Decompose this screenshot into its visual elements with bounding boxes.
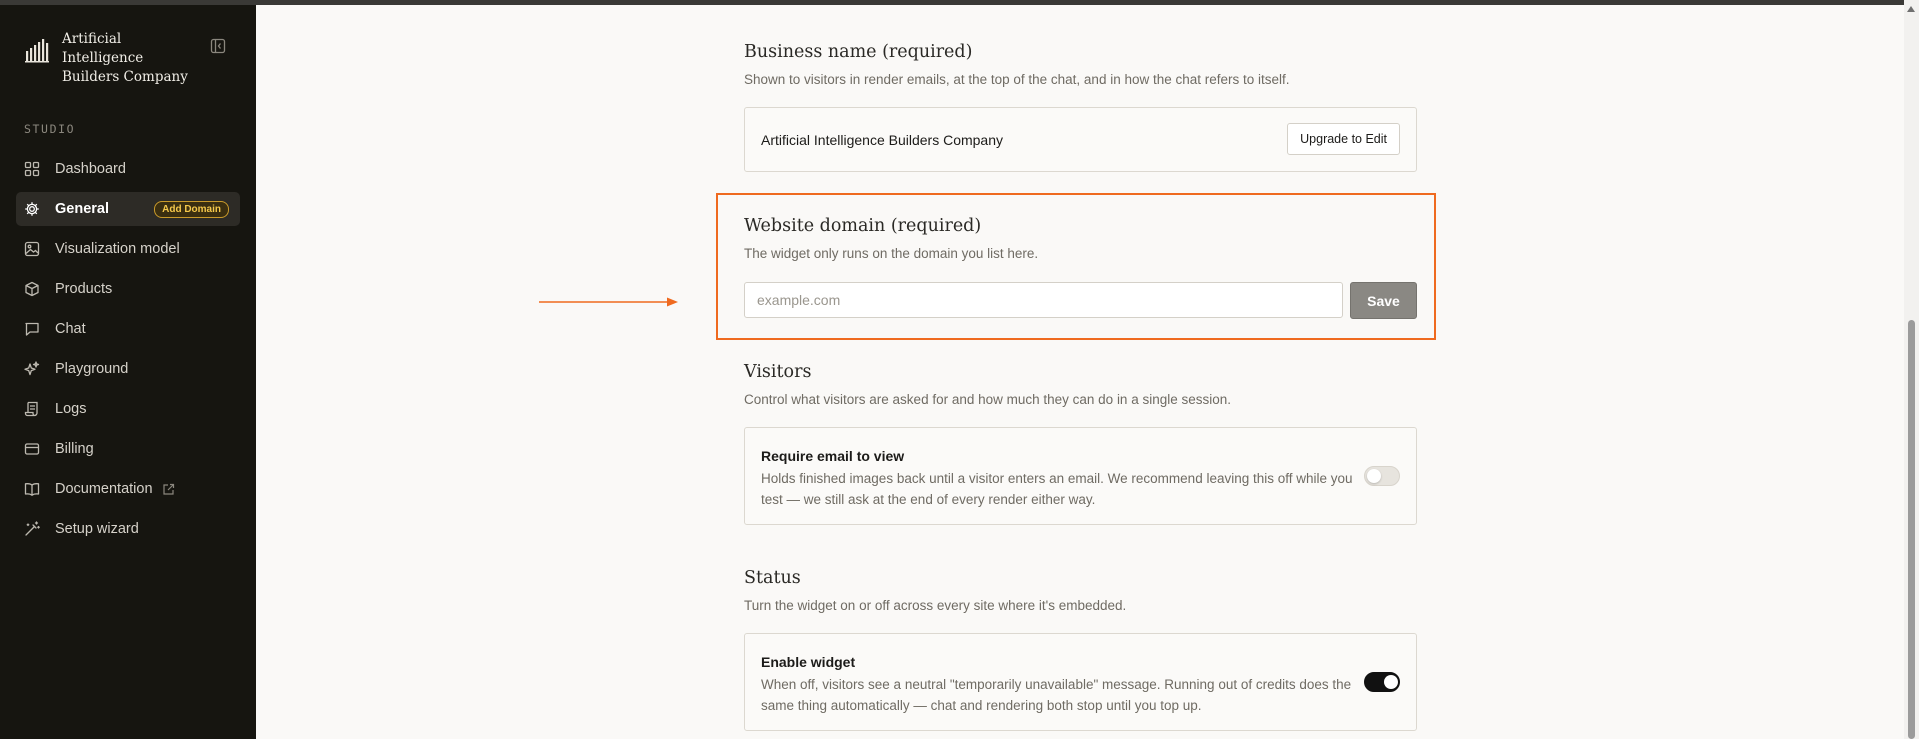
upgrade-to-edit-button[interactable]: Upgrade to Edit — [1287, 123, 1400, 155]
external-link-icon — [162, 483, 174, 495]
enable-widget-description: When off, visitors see a neutral "tempor… — [761, 677, 1352, 713]
chat-bubble-icon — [25, 322, 39, 336]
sidebar-item-chat[interactable]: Chat — [16, 312, 240, 346]
enable-widget-title: Enable widget — [761, 654, 856, 670]
gear-icon — [25, 202, 39, 216]
require-email-card: Require email to view Holds finished ima… — [744, 427, 1417, 525]
require-email-toggle[interactable] — [1364, 466, 1400, 486]
sidebar-item-label: Billing — [55, 441, 94, 457]
visitors-description: Control what visitors are asked for and … — [744, 392, 1232, 407]
sidebar-nav: Dashboard General Add Domain Visualizati… — [16, 152, 240, 552]
sidebar-item-logs[interactable]: Logs — [16, 392, 240, 426]
sidebar-item-label: Visualization model — [55, 241, 180, 257]
scroll-up-arrow-icon[interactable] — [1907, 6, 1915, 12]
sidebar-item-label: Setup wizard — [55, 521, 139, 537]
require-email-description: Holds finished images back until a visit… — [761, 471, 1353, 507]
sidebar-item-label: Products — [55, 281, 113, 297]
visitors-title: Visitors — [744, 362, 812, 382]
sidebar-item-label: Documentation — [55, 481, 153, 497]
sidebar-item-label: General — [55, 201, 109, 217]
box-icon — [25, 281, 39, 297]
magic-wand-icon — [25, 521, 40, 536]
business-name-card: Artificial Intelligence Builders Company… — [744, 107, 1417, 172]
sidebar-item-dashboard[interactable]: Dashboard — [16, 152, 240, 186]
business-name-title: Business name (required) — [744, 42, 973, 62]
sidebar-section-label: STUDIO — [24, 122, 76, 136]
website-domain-title: Website domain (required) — [744, 216, 982, 236]
toggle-knob — [1384, 675, 1398, 689]
book-icon — [24, 483, 40, 496]
credit-card-icon — [24, 443, 40, 455]
status-title: Status — [744, 568, 801, 588]
require-email-title: Require email to view — [761, 448, 905, 464]
main-content: Business name (required) Shown to visito… — [256, 5, 1919, 739]
status-description: Turn the widget on or off across every s… — [744, 598, 1127, 613]
business-name-value: Artificial Intelligence Builders Company — [761, 132, 1003, 148]
sidebar-item-billing[interactable]: Billing — [16, 432, 240, 466]
sidebar-item-label: Chat — [55, 321, 86, 337]
sparkles-icon — [24, 361, 40, 376]
add-domain-badge[interactable]: Add Domain — [154, 200, 229, 218]
sidebar-collapse-icon[interactable] — [210, 38, 226, 54]
grid-icon — [24, 161, 40, 177]
business-name-description: Shown to visitors in render emails, at t… — [744, 72, 1290, 87]
page-scrollbar[interactable] — [1904, 0, 1919, 739]
sidebar-item-setup-wizard[interactable]: Setup wizard — [16, 512, 240, 546]
domain-input[interactable] — [744, 282, 1343, 318]
arrow-right-icon — [539, 297, 678, 307]
sidebar-item-documentation[interactable]: Documentation — [16, 472, 240, 506]
sidebar-item-general[interactable]: General Add Domain — [16, 192, 240, 226]
enable-widget-toggle[interactable] — [1364, 672, 1400, 692]
building-logo-icon — [25, 39, 49, 63]
enable-widget-card: Enable widget When off, visitors see a n… — [744, 633, 1417, 731]
website-domain-description: The widget only runs on the domain you l… — [744, 246, 1039, 261]
scroll-thumb[interactable] — [1908, 320, 1915, 739]
scroll-icon — [24, 401, 38, 417]
brand[interactable]: Artificial Intelligence Builders Company — [24, 30, 202, 87]
sidebar-item-label: Playground — [55, 361, 129, 377]
sidebar-item-products[interactable]: Products — [16, 272, 240, 306]
brand-name: Artificial Intelligence Builders Company — [62, 31, 188, 85]
sidebar-item-visualization-model[interactable]: Visualization model — [16, 232, 240, 266]
sidebar-item-label: Dashboard — [55, 161, 126, 177]
image-icon — [24, 241, 40, 257]
sidebar: Artificial Intelligence Builders Company… — [0, 5, 256, 739]
sidebar-item-label: Logs — [55, 401, 87, 417]
sidebar-item-playground[interactable]: Playground — [16, 352, 240, 386]
save-button[interactable]: Save — [1350, 282, 1417, 319]
toggle-knob — [1367, 469, 1381, 483]
